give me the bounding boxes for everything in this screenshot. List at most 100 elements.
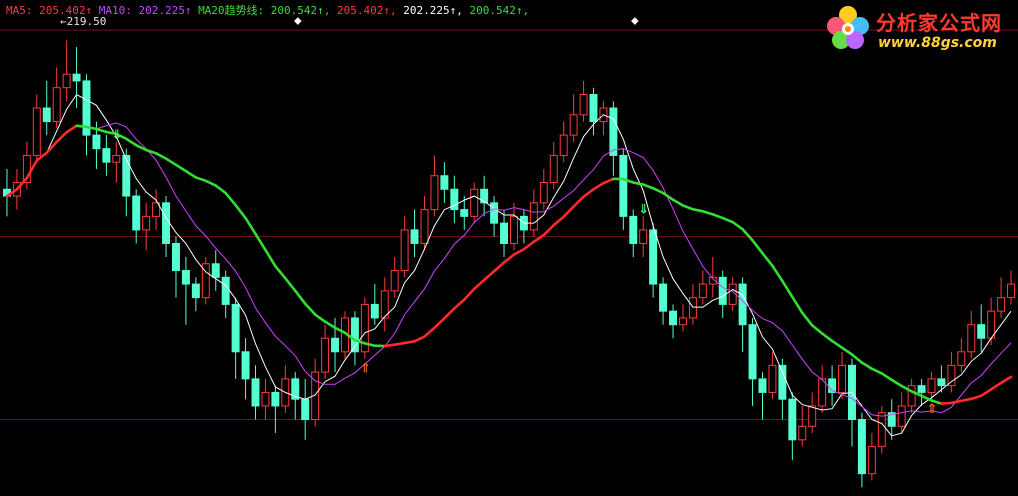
candle-body: [92, 134, 101, 150]
ma20-trend-segment: [731, 220, 744, 231]
candle-body: [917, 385, 926, 393]
ma20-trend-segment: [144, 148, 158, 155]
ma20-trend-segment: [174, 163, 188, 173]
ma20-trend-segment: [303, 302, 317, 316]
candle-body: [758, 378, 767, 393]
ma20-trend-segment: [453, 298, 466, 310]
ma20-trend-segment: [940, 401, 953, 405]
ma20-trend-segment: [75, 124, 88, 129]
watermark-title: 分析家公式网: [876, 11, 1002, 35]
ma20-trend-segment: [711, 213, 725, 220]
ma20-trend-segment: [781, 279, 794, 299]
candle-body: [231, 303, 240, 353]
ma20-trend-segment: [413, 335, 426, 343]
candle-body: [838, 364, 847, 393]
ma20-trend-segment: [880, 372, 894, 382]
ma20-trend-segment: [850, 353, 864, 364]
candle-body: [629, 215, 638, 244]
ma5-line: [6, 93, 1012, 437]
ma20-trend-segment: [433, 316, 446, 330]
candle-body: [410, 229, 419, 244]
sell-arrow-icon: ⇓: [638, 202, 649, 217]
ma20-trend-segment: [443, 307, 456, 320]
candle-body: [490, 202, 499, 224]
ma20-trend-segment: [323, 320, 337, 330]
ma20-trend-segment: [234, 203, 247, 220]
candle-body: [619, 154, 628, 217]
ma20-trend-segment: [492, 261, 506, 273]
candle-body: [788, 398, 797, 441]
candle-body: [957, 351, 966, 366]
candle-body: [678, 317, 687, 326]
ma20-trend-segment: [671, 198, 685, 207]
candle-body: [261, 391, 270, 407]
candle-body: [62, 73, 71, 89]
candle-body: [927, 378, 936, 393]
candle-body: [559, 134, 568, 156]
ma20-trend-segment: [95, 127, 108, 134]
candle-body: [569, 114, 578, 136]
candle-body: [52, 87, 61, 123]
ma20-trend-segment: [999, 375, 1013, 385]
candle-body: [301, 398, 310, 421]
candle-body: [897, 405, 906, 427]
ma20-trend-segment: [950, 399, 963, 405]
ma20-trend-segment: [313, 313, 327, 323]
candle-body: [698, 283, 707, 299]
candle-body: [102, 148, 111, 163]
diamond-marker-icon: ⬥: [294, 14, 302, 27]
candle-body: [251, 378, 260, 407]
ma20-trend-segment: [860, 361, 874, 371]
candle-body: [430, 175, 439, 211]
ma20-trend-segment: [761, 251, 774, 268]
candle-body: [609, 107, 618, 156]
candle-body: [331, 337, 340, 353]
candle-body: [1007, 283, 1016, 299]
ma20-trend-segment: [423, 326, 436, 338]
ma20-trend-segment: [55, 130, 68, 144]
candle-body: [32, 107, 41, 156]
ma20-trend-segment: [562, 205, 575, 219]
ma20-trend-segment: [522, 240, 536, 251]
ma20-trend-segment: [214, 184, 227, 195]
ma20-trend-segment: [572, 195, 585, 208]
ma20-trend-segment: [870, 367, 884, 375]
ma20-trend-segment: [960, 397, 973, 403]
ma20-trend-segment: [989, 381, 1003, 391]
candle-body: [649, 229, 658, 285]
candle-body: [480, 188, 489, 204]
candle-body: [390, 270, 399, 292]
watermark-logo: 分析家公式网 www.88gs.com: [822, 2, 1014, 56]
ma20-trend-segment: [681, 204, 695, 211]
candle-body: [738, 283, 747, 326]
ma20-trend-segment: [641, 183, 655, 190]
candle-body: [500, 222, 509, 244]
candle-body: [460, 209, 469, 217]
ma20-trend-segment: [631, 181, 645, 186]
candle-body: [539, 182, 548, 204]
candle-body: [370, 303, 379, 319]
ma20-trend-segment: [482, 269, 496, 282]
ma20-trend-segment: [582, 187, 595, 199]
ma20-trend-segment: [840, 346, 854, 356]
extra-value-2: 202.225↑,: [403, 4, 463, 17]
ma20-trend-segment: [721, 216, 734, 224]
candle-body: [112, 154, 121, 163]
ma20-trend-segment: [592, 181, 605, 191]
ma20-trend-segment: [164, 157, 178, 167]
extra-value-1: 205.402↑,: [337, 4, 397, 17]
candle-body: [122, 154, 131, 197]
sell-arrow-icon: ⇓: [111, 128, 122, 143]
candle-body: [529, 202, 538, 231]
candle-body: [798, 425, 807, 441]
ma20-trend-segment: [393, 341, 406, 346]
ma20-trend-segment: [204, 179, 218, 187]
candle-body: [42, 107, 51, 123]
ma20-trend-segment: [512, 247, 526, 256]
flower-logo-icon: [827, 6, 869, 49]
ma20-value: MA20趋势线: 200.542↑,: [198, 4, 331, 17]
buy-arrow-icon: ⇑: [360, 362, 371, 377]
candle-body: [221, 276, 230, 305]
candle-body: [211, 263, 220, 278]
candle-body: [639, 229, 648, 244]
